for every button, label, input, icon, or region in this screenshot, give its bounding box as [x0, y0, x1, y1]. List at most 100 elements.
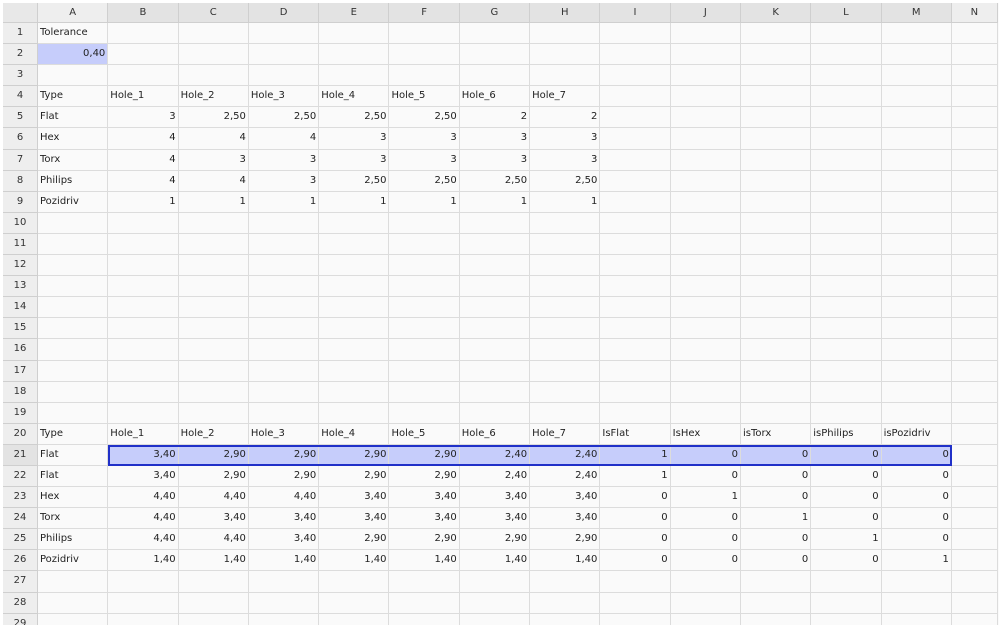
cell-a25[interactable]: Philips	[38, 529, 109, 551]
cell-l7[interactable]	[811, 149, 882, 171]
cell-l5[interactable]	[811, 107, 882, 129]
cell-m5[interactable]	[881, 107, 952, 129]
cell-n27[interactable]	[951, 571, 998, 593]
cell-d29[interactable]	[249, 613, 320, 625]
cell-g10[interactable]	[459, 212, 531, 234]
cell-n15[interactable]	[951, 318, 998, 340]
cell-n6[interactable]	[951, 128, 998, 150]
cell-h13[interactable]	[530, 276, 601, 298]
column-header-b[interactable]: B	[108, 3, 179, 23]
cell-l16[interactable]	[811, 339, 882, 361]
cell-c8[interactable]: 4	[178, 170, 249, 192]
cell-j3[interactable]	[670, 65, 741, 87]
cell-c13[interactable]	[178, 276, 249, 298]
cell-e9[interactable]: 1	[319, 191, 390, 213]
cell-m12[interactable]	[881, 255, 952, 277]
cell-k25[interactable]: 0	[740, 529, 812, 551]
cell-m16[interactable]	[881, 339, 952, 361]
cell-h16[interactable]	[530, 339, 601, 361]
cell-a20[interactable]: Type	[38, 423, 109, 445]
cell-i19[interactable]	[600, 402, 671, 424]
cell-f16[interactable]	[389, 339, 460, 361]
cell-b25[interactable]: 4,40	[108, 529, 179, 551]
cell-k22[interactable]: 0	[740, 465, 812, 488]
cell-g11[interactable]	[459, 233, 531, 256]
cell-a19[interactable]	[38, 402, 109, 424]
cell-b17[interactable]	[108, 360, 179, 382]
cell-c11[interactable]	[178, 233, 249, 256]
cell-c16[interactable]	[178, 339, 249, 361]
cell-c6[interactable]: 4	[178, 128, 249, 150]
cell-c23[interactable]: 4,40	[178, 487, 249, 509]
row-header-1[interactable]: 1	[3, 23, 38, 45]
row-header-20[interactable]: 20	[3, 423, 38, 445]
cell-h18[interactable]	[530, 381, 601, 403]
cell-d20[interactable]: Hole_3	[248, 423, 320, 445]
cell-g1[interactable]	[459, 23, 531, 45]
cell-l1[interactable]	[811, 23, 882, 45]
cell-k27[interactable]	[740, 571, 812, 593]
row-header-24[interactable]: 24	[3, 508, 38, 530]
row-header-2[interactable]: 2	[3, 44, 38, 66]
cell-m14[interactable]	[881, 297, 952, 319]
cell-n8[interactable]	[951, 170, 998, 192]
cell-b3[interactable]	[108, 65, 179, 87]
cell-d27[interactable]	[248, 571, 320, 593]
cell-j8[interactable]	[670, 170, 741, 192]
cell-n17[interactable]	[951, 360, 998, 382]
cell-i11[interactable]	[600, 233, 671, 256]
row-header-9[interactable]: 9	[3, 191, 38, 213]
cell-c9[interactable]: 1	[178, 191, 249, 213]
cell-d8[interactable]: 3	[248, 170, 320, 192]
cell-i8[interactable]	[600, 170, 671, 192]
cell-f15[interactable]	[389, 318, 460, 340]
column-header-i[interactable]: I	[600, 3, 671, 23]
cell-d24[interactable]: 3,40	[248, 508, 320, 530]
cell-c5[interactable]: 2,50	[178, 107, 249, 129]
row-header-22[interactable]: 22	[3, 465, 38, 488]
cell-n29[interactable]	[952, 613, 998, 625]
cell-m17[interactable]	[881, 360, 952, 382]
cell-j7[interactable]	[670, 149, 741, 171]
cell-a15[interactable]	[38, 318, 109, 340]
column-header-k[interactable]: K	[740, 3, 812, 23]
cell-d7[interactable]: 3	[248, 149, 320, 171]
cell-j9[interactable]	[670, 191, 741, 213]
cell-i29[interactable]	[600, 613, 671, 625]
cell-d23[interactable]: 4,40	[248, 487, 320, 509]
cell-d22[interactable]: 2,90	[248, 465, 320, 488]
cell-d13[interactable]	[248, 276, 320, 298]
cell-f5[interactable]: 2,50	[389, 107, 460, 129]
cell-e26[interactable]: 1,40	[319, 550, 390, 572]
cell-j4[interactable]	[670, 86, 741, 108]
cell-m28[interactable]	[881, 592, 952, 614]
cell-n22[interactable]	[951, 465, 998, 488]
cell-i2[interactable]	[600, 44, 671, 66]
cell-m26[interactable]: 1	[881, 550, 952, 572]
cell-g26[interactable]: 1,40	[459, 550, 531, 572]
cell-c29[interactable]	[179, 613, 249, 625]
cell-n2[interactable]	[951, 44, 998, 66]
column-header-j[interactable]: J	[670, 3, 741, 23]
cell-e20[interactable]: Hole_4	[319, 423, 390, 445]
cell-d11[interactable]	[248, 233, 320, 256]
cell-m8[interactable]	[881, 170, 952, 192]
cell-l23[interactable]: 0	[811, 487, 882, 509]
cell-f25[interactable]: 2,90	[389, 529, 460, 551]
cell-n24[interactable]	[951, 508, 998, 530]
cell-a13[interactable]	[38, 276, 109, 298]
cell-j12[interactable]	[670, 255, 741, 277]
cell-a26[interactable]: Pozidriv	[38, 550, 109, 572]
cell-b5[interactable]: 3	[108, 107, 179, 129]
cell-j20[interactable]: IsHex	[670, 423, 741, 445]
cell-c21[interactable]: 2,90	[178, 444, 249, 466]
cell-e5[interactable]: 2,50	[319, 107, 390, 129]
cell-n5[interactable]	[951, 107, 998, 129]
cell-j10[interactable]	[670, 212, 741, 234]
cell-i28[interactable]	[600, 592, 671, 614]
cell-g13[interactable]	[459, 276, 531, 298]
row-header-3[interactable]: 3	[3, 65, 38, 87]
cell-h14[interactable]	[530, 297, 601, 319]
cell-d12[interactable]	[248, 255, 320, 277]
cell-b24[interactable]: 4,40	[108, 508, 179, 530]
